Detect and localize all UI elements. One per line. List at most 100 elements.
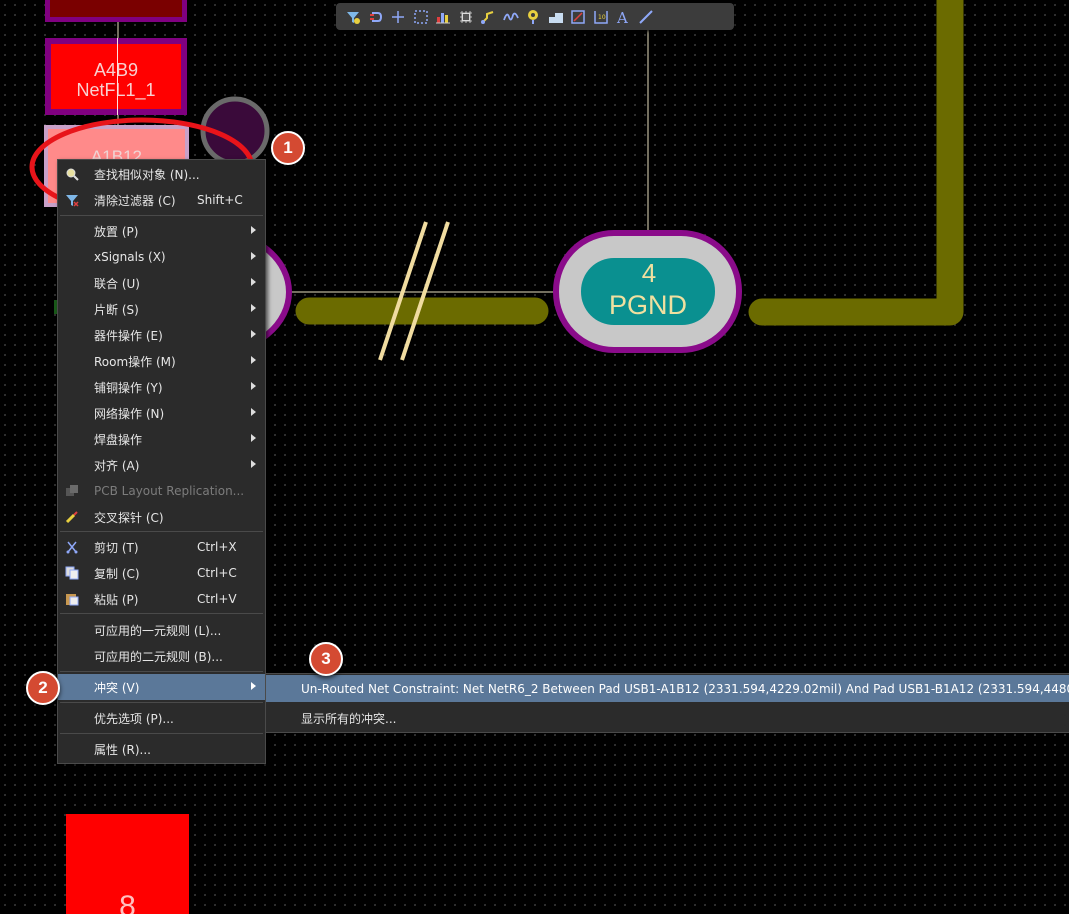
submenu-arrow-icon: [251, 434, 256, 442]
menu-label: PCB Layout Replication...: [94, 484, 245, 498]
bar-chart-icon[interactable]: [432, 6, 455, 28]
menu-item-properties[interactable]: 属性 (R)...: [58, 736, 265, 762]
menu-item-find-similar[interactable]: 查找相似对象 (N)...: [58, 161, 265, 187]
menu-item-paste[interactable]: 粘贴 (P) Ctrl+V: [58, 586, 265, 612]
menu-label: xSignals (X): [94, 250, 166, 264]
submenu-arrow-icon: [251, 278, 256, 286]
text-icon[interactable]: A: [612, 6, 635, 28]
menu-item-union[interactable]: 联合 (U): [58, 270, 265, 296]
menu-label: 铺铜操作 (Y): [94, 380, 163, 395]
submenu-label: 显示所有的冲突...: [301, 712, 397, 726]
menu-item-preferences[interactable]: 优先选项 (P)...: [58, 705, 265, 731]
menu-divider: [60, 215, 263, 216]
menu-label: 放置 (P): [94, 224, 139, 239]
menu-shortcut: Ctrl+X: [197, 540, 237, 554]
menu-item-align[interactable]: 对齐 (A): [58, 452, 265, 478]
track-right: [748, 0, 964, 326]
via-icon[interactable]: [522, 6, 545, 28]
menu-label: Room操作 (M): [94, 354, 176, 369]
svg-text:A: A: [616, 9, 628, 25]
clear-filter-icon: [64, 192, 80, 208]
cross-probe-icon[interactable]: [387, 6, 410, 28]
violations-submenu: Un-Routed Net Constraint: Net NetR6_2 Be…: [265, 673, 1069, 733]
line-icon[interactable]: [635, 6, 658, 28]
pad-a4b9-label: A4B9: [93, 60, 139, 80]
replication-icon: [64, 483, 80, 499]
pad-bottom: 8: [66, 814, 189, 914]
submenu-arrow-icon: [251, 682, 256, 690]
menu-item-snippets[interactable]: 片断 (S): [58, 296, 265, 322]
submenu-arrow-icon: [251, 330, 256, 338]
select-rect-icon[interactable]: [410, 6, 433, 28]
menu-label: 可应用的一元规则 (L)...: [94, 623, 222, 638]
menu-label: 交叉探针 (C): [94, 510, 164, 525]
pad-a4b9: A4B9 NetFL1_1: [45, 38, 187, 115]
menu-label: 清除过滤器 (C): [94, 193, 176, 208]
menu-label: 查找相似对象 (N)...: [94, 167, 200, 182]
paste-icon: [64, 591, 80, 607]
region-icon[interactable]: [545, 6, 568, 28]
pad-oval-net: PGND: [608, 290, 687, 320]
cross-probe-icon: [64, 509, 80, 525]
menu-label: 优先选项 (P)...: [94, 711, 174, 726]
pad-bottom-label: 8: [119, 890, 136, 914]
menu-divider: [60, 733, 263, 734]
menu-item-component-actions[interactable]: 器件操作 (E): [58, 322, 265, 348]
menu-label: 属性 (R)...: [94, 742, 151, 757]
menu-shortcut: Ctrl+V: [197, 592, 237, 606]
menu-item-net-actions[interactable]: 网络操作 (N): [58, 400, 265, 426]
menu-item-violations[interactable]: 冲突 (V): [58, 674, 265, 700]
menu-item-cut[interactable]: 剪切 (T) Ctrl+X: [58, 534, 265, 560]
menu-item-copy[interactable]: 复制 (C) Ctrl+C: [58, 560, 265, 586]
route-icon[interactable]: [365, 6, 388, 28]
submenu-item-show-all-violations[interactable]: 显示所有的冲突...: [266, 705, 1069, 732]
menu-divider: [60, 671, 263, 672]
menu-item-xsignals[interactable]: xSignals (X): [58, 244, 265, 270]
menu-divider: [60, 531, 263, 532]
submenu-item-violation[interactable]: Un-Routed Net Constraint: Net NetR6_2 Be…: [266, 675, 1069, 702]
pad-top-dark: [45, 0, 187, 22]
svg-text:10: 10: [598, 14, 606, 21]
menu-shortcut: Ctrl+C: [197, 566, 237, 580]
magnifier-icon: [64, 166, 80, 182]
pad-oval-number: 4: [641, 258, 657, 288]
component-icon[interactable]: [455, 6, 478, 28]
menu-divider: [60, 613, 263, 614]
callout-3: 3: [309, 642, 343, 676]
break-mark-2: [400, 221, 450, 361]
break-mark-1: [378, 221, 428, 361]
copy-icon: [64, 565, 80, 581]
submenu-arrow-icon: [251, 408, 256, 416]
menu-item-place[interactable]: 放置 (P): [58, 218, 265, 244]
menu-item-cross-probe[interactable]: 交叉探针 (C): [58, 504, 265, 530]
menu-item-unary-rules[interactable]: 可应用的一元规则 (L)...: [58, 617, 265, 643]
context-menu: 查找相似对象 (N)... 清除过滤器 (C) Shift+C 放置 (P) x…: [57, 159, 266, 764]
interactive-route-icon[interactable]: [477, 6, 500, 28]
filter-icon[interactable]: [342, 6, 365, 28]
submenu-arrow-icon: [251, 252, 256, 260]
menu-item-polygon-actions[interactable]: 铺铜操作 (Y): [58, 374, 265, 400]
menu-shortcut: Shift+C: [197, 193, 243, 207]
menu-divider: [60, 702, 263, 703]
menu-label: 联合 (U): [94, 276, 140, 291]
submenu-arrow-icon: [251, 356, 256, 364]
menu-item-room-actions[interactable]: Room操作 (M): [58, 348, 265, 374]
menu-label: 网络操作 (N): [94, 406, 165, 421]
crosshair-over-pad: [117, 38, 118, 115]
menu-item-binary-rules[interactable]: 可应用的二元规则 (B)...: [58, 643, 265, 669]
diff-pair-icon[interactable]: [500, 6, 523, 28]
menu-label: 对齐 (A): [94, 458, 140, 473]
menu-label: 粘贴 (P): [94, 592, 139, 607]
scissors-icon: [64, 539, 80, 555]
menu-label: 冲突 (V): [94, 680, 140, 695]
menu-item-pad-actions[interactable]: 焊盘操作: [58, 426, 265, 452]
dimension-icon[interactable]: 10: [590, 6, 613, 28]
submenu-arrow-icon: [251, 460, 256, 468]
callout-2: 2: [26, 671, 60, 705]
menu-item-clear-filter[interactable]: 清除过滤器 (C) Shift+C: [58, 187, 265, 213]
menu-label: 可应用的二元规则 (B)...: [94, 649, 223, 664]
measure-icon[interactable]: [567, 6, 590, 28]
menu-item-pcb-layout-replication[interactable]: PCB Layout Replication...: [58, 478, 265, 504]
callout-1: 1: [271, 131, 305, 165]
menu-label: 焊盘操作: [94, 432, 143, 447]
